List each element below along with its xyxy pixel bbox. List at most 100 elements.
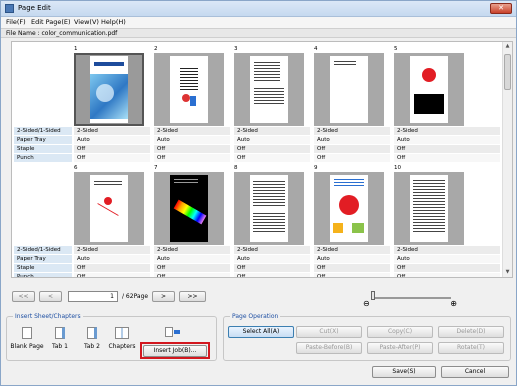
attr-value: Off xyxy=(74,264,150,272)
chapters-button[interactable]: Chapters xyxy=(107,327,137,350)
page-thumbnail[interactable] xyxy=(154,53,224,126)
page-thumbnail[interactable] xyxy=(394,53,464,126)
menu-help[interactable]: Help(H) xyxy=(101,18,126,26)
tab2-icon xyxy=(87,327,97,339)
page-number: 10 xyxy=(394,165,401,171)
attr-value: 2-Sided xyxy=(74,127,150,135)
scroll-thumb[interactable] xyxy=(504,54,511,90)
file-name-bar: File Name : color_communication.pdf xyxy=(1,28,516,38)
attr-value: Auto xyxy=(394,255,500,263)
page-operation-group: Page Operation Select All(A) Cut(X) Copy… xyxy=(223,313,511,361)
app-icon xyxy=(5,4,14,13)
page-total-label: / 62Page xyxy=(122,293,149,300)
attr-value: Off xyxy=(154,264,230,272)
attr-label: Punch xyxy=(14,273,72,277)
tab2-button[interactable]: Tab 2 xyxy=(79,327,105,350)
zoom-slider[interactable]: ⊖ ⊕ xyxy=(363,291,457,308)
page-thumbnail[interactable] xyxy=(154,172,224,245)
page-thumbnail[interactable] xyxy=(234,172,304,245)
cover-page-image xyxy=(90,56,128,123)
next-page-button[interactable]: > xyxy=(152,291,175,302)
page-thumbnail[interactable] xyxy=(234,53,304,126)
page-number: 7 xyxy=(154,165,158,171)
attr-label: Paper Tray xyxy=(14,136,72,144)
attr-value: Off xyxy=(394,273,500,277)
cut-button[interactable]: Cut(X) xyxy=(296,326,362,338)
insert-job-highlight xyxy=(140,342,210,359)
save-button[interactable]: Save(S) xyxy=(372,366,436,378)
page-image xyxy=(170,56,208,123)
close-button[interactable]: ✕ xyxy=(490,3,512,14)
page-image xyxy=(250,56,288,123)
menu-edit-page[interactable]: Edit Page(E) xyxy=(31,18,71,26)
zoom-track[interactable] xyxy=(371,297,451,299)
window-title: Page Edit xyxy=(18,4,51,12)
prev-page-button[interactable]: < xyxy=(39,291,62,302)
attr-value: Off xyxy=(154,145,230,153)
last-page-button[interactable]: >> xyxy=(179,291,206,302)
page-image xyxy=(90,175,128,242)
attr-value: Auto xyxy=(234,255,310,263)
zoom-in-icon[interactable]: ⊕ xyxy=(450,299,457,308)
attr-value: Off xyxy=(74,273,150,277)
insert-job-icon xyxy=(165,327,181,337)
insert-sheet-group: Insert Sheet/Chapters Blank Page Tab 1 T… xyxy=(6,313,217,361)
page-image xyxy=(410,175,448,242)
page-number: 4 xyxy=(314,46,318,52)
attr-value: 2-Sided xyxy=(234,246,310,254)
page-thumbnail[interactable] xyxy=(74,53,144,126)
attr-label: Punch xyxy=(14,154,72,162)
blank-page-button[interactable]: Blank Page xyxy=(10,327,44,350)
first-page-button[interactable]: << xyxy=(12,291,35,302)
menu-file[interactable]: File(F) xyxy=(6,18,26,26)
page-thumbnail[interactable] xyxy=(314,172,384,245)
page-image xyxy=(170,175,208,242)
paste-after-button[interactable]: Paste-After(P) xyxy=(367,342,433,354)
attr-value: Auto xyxy=(74,255,150,263)
blank-page-icon xyxy=(22,327,32,339)
attr-value: Off xyxy=(314,264,390,272)
page-number-input[interactable]: 1 xyxy=(68,291,118,302)
page-number: 2 xyxy=(154,46,158,52)
page-grid[interactable]: 1 2 3 4 5 2-Sided/1-Sided Paper Tray Sta… xyxy=(11,41,513,278)
attr-value: Off xyxy=(74,154,150,162)
attr-value: Off xyxy=(234,264,310,272)
page-operation-title: Page Operation xyxy=(230,313,281,320)
attr-value: Off xyxy=(394,154,500,162)
attr-value: Off xyxy=(394,264,500,272)
menu-bar: File(F) Edit Page(E) View(V) Help(H) xyxy=(1,17,516,28)
page-image xyxy=(410,56,448,123)
attr-value: 2-Sided xyxy=(394,127,500,135)
attr-value: Off xyxy=(154,273,230,277)
attr-value: Off xyxy=(314,273,390,277)
page-thumbnail[interactable] xyxy=(394,172,464,245)
copy-button[interactable]: Copy(C) xyxy=(367,326,433,338)
attr-value: Off xyxy=(234,145,310,153)
page-thumbnail[interactable] xyxy=(314,53,384,126)
cancel-button[interactable]: Cancel xyxy=(441,366,509,378)
scroll-down-icon[interactable]: ▼ xyxy=(503,268,512,277)
zoom-out-icon[interactable]: ⊖ xyxy=(363,299,370,308)
blank-page-label: Blank Page xyxy=(10,343,44,350)
attr-value: Off xyxy=(234,273,310,277)
attr-value: 2-Sided xyxy=(234,127,310,135)
tab1-button[interactable]: Tab 1 xyxy=(47,327,73,350)
file-name-label: File Name : color_communication.pdf xyxy=(6,30,118,37)
scroll-up-icon[interactable]: ▲ xyxy=(503,42,512,51)
menu-view[interactable]: View(V) xyxy=(74,18,99,26)
page-number: 8 xyxy=(234,165,238,171)
attr-value: Off xyxy=(74,145,150,153)
attr-value: Off xyxy=(154,154,230,162)
attr-label: Paper Tray xyxy=(14,255,72,263)
delete-button[interactable]: Delete(D) xyxy=(438,326,504,338)
attr-value: Off xyxy=(314,145,390,153)
paste-before-button[interactable]: Paste-Before(B) xyxy=(296,342,362,354)
chapters-icon xyxy=(115,327,129,339)
zoom-thumb[interactable] xyxy=(371,291,375,300)
vertical-scrollbar[interactable]: ▲ ▼ xyxy=(502,42,512,277)
page-number: 9 xyxy=(314,165,318,171)
select-all-button[interactable]: Select All(A) xyxy=(228,326,294,338)
rotate-button[interactable]: Rotate(T) xyxy=(438,342,504,354)
attr-value: Off xyxy=(314,154,390,162)
page-thumbnail[interactable] xyxy=(74,172,144,245)
